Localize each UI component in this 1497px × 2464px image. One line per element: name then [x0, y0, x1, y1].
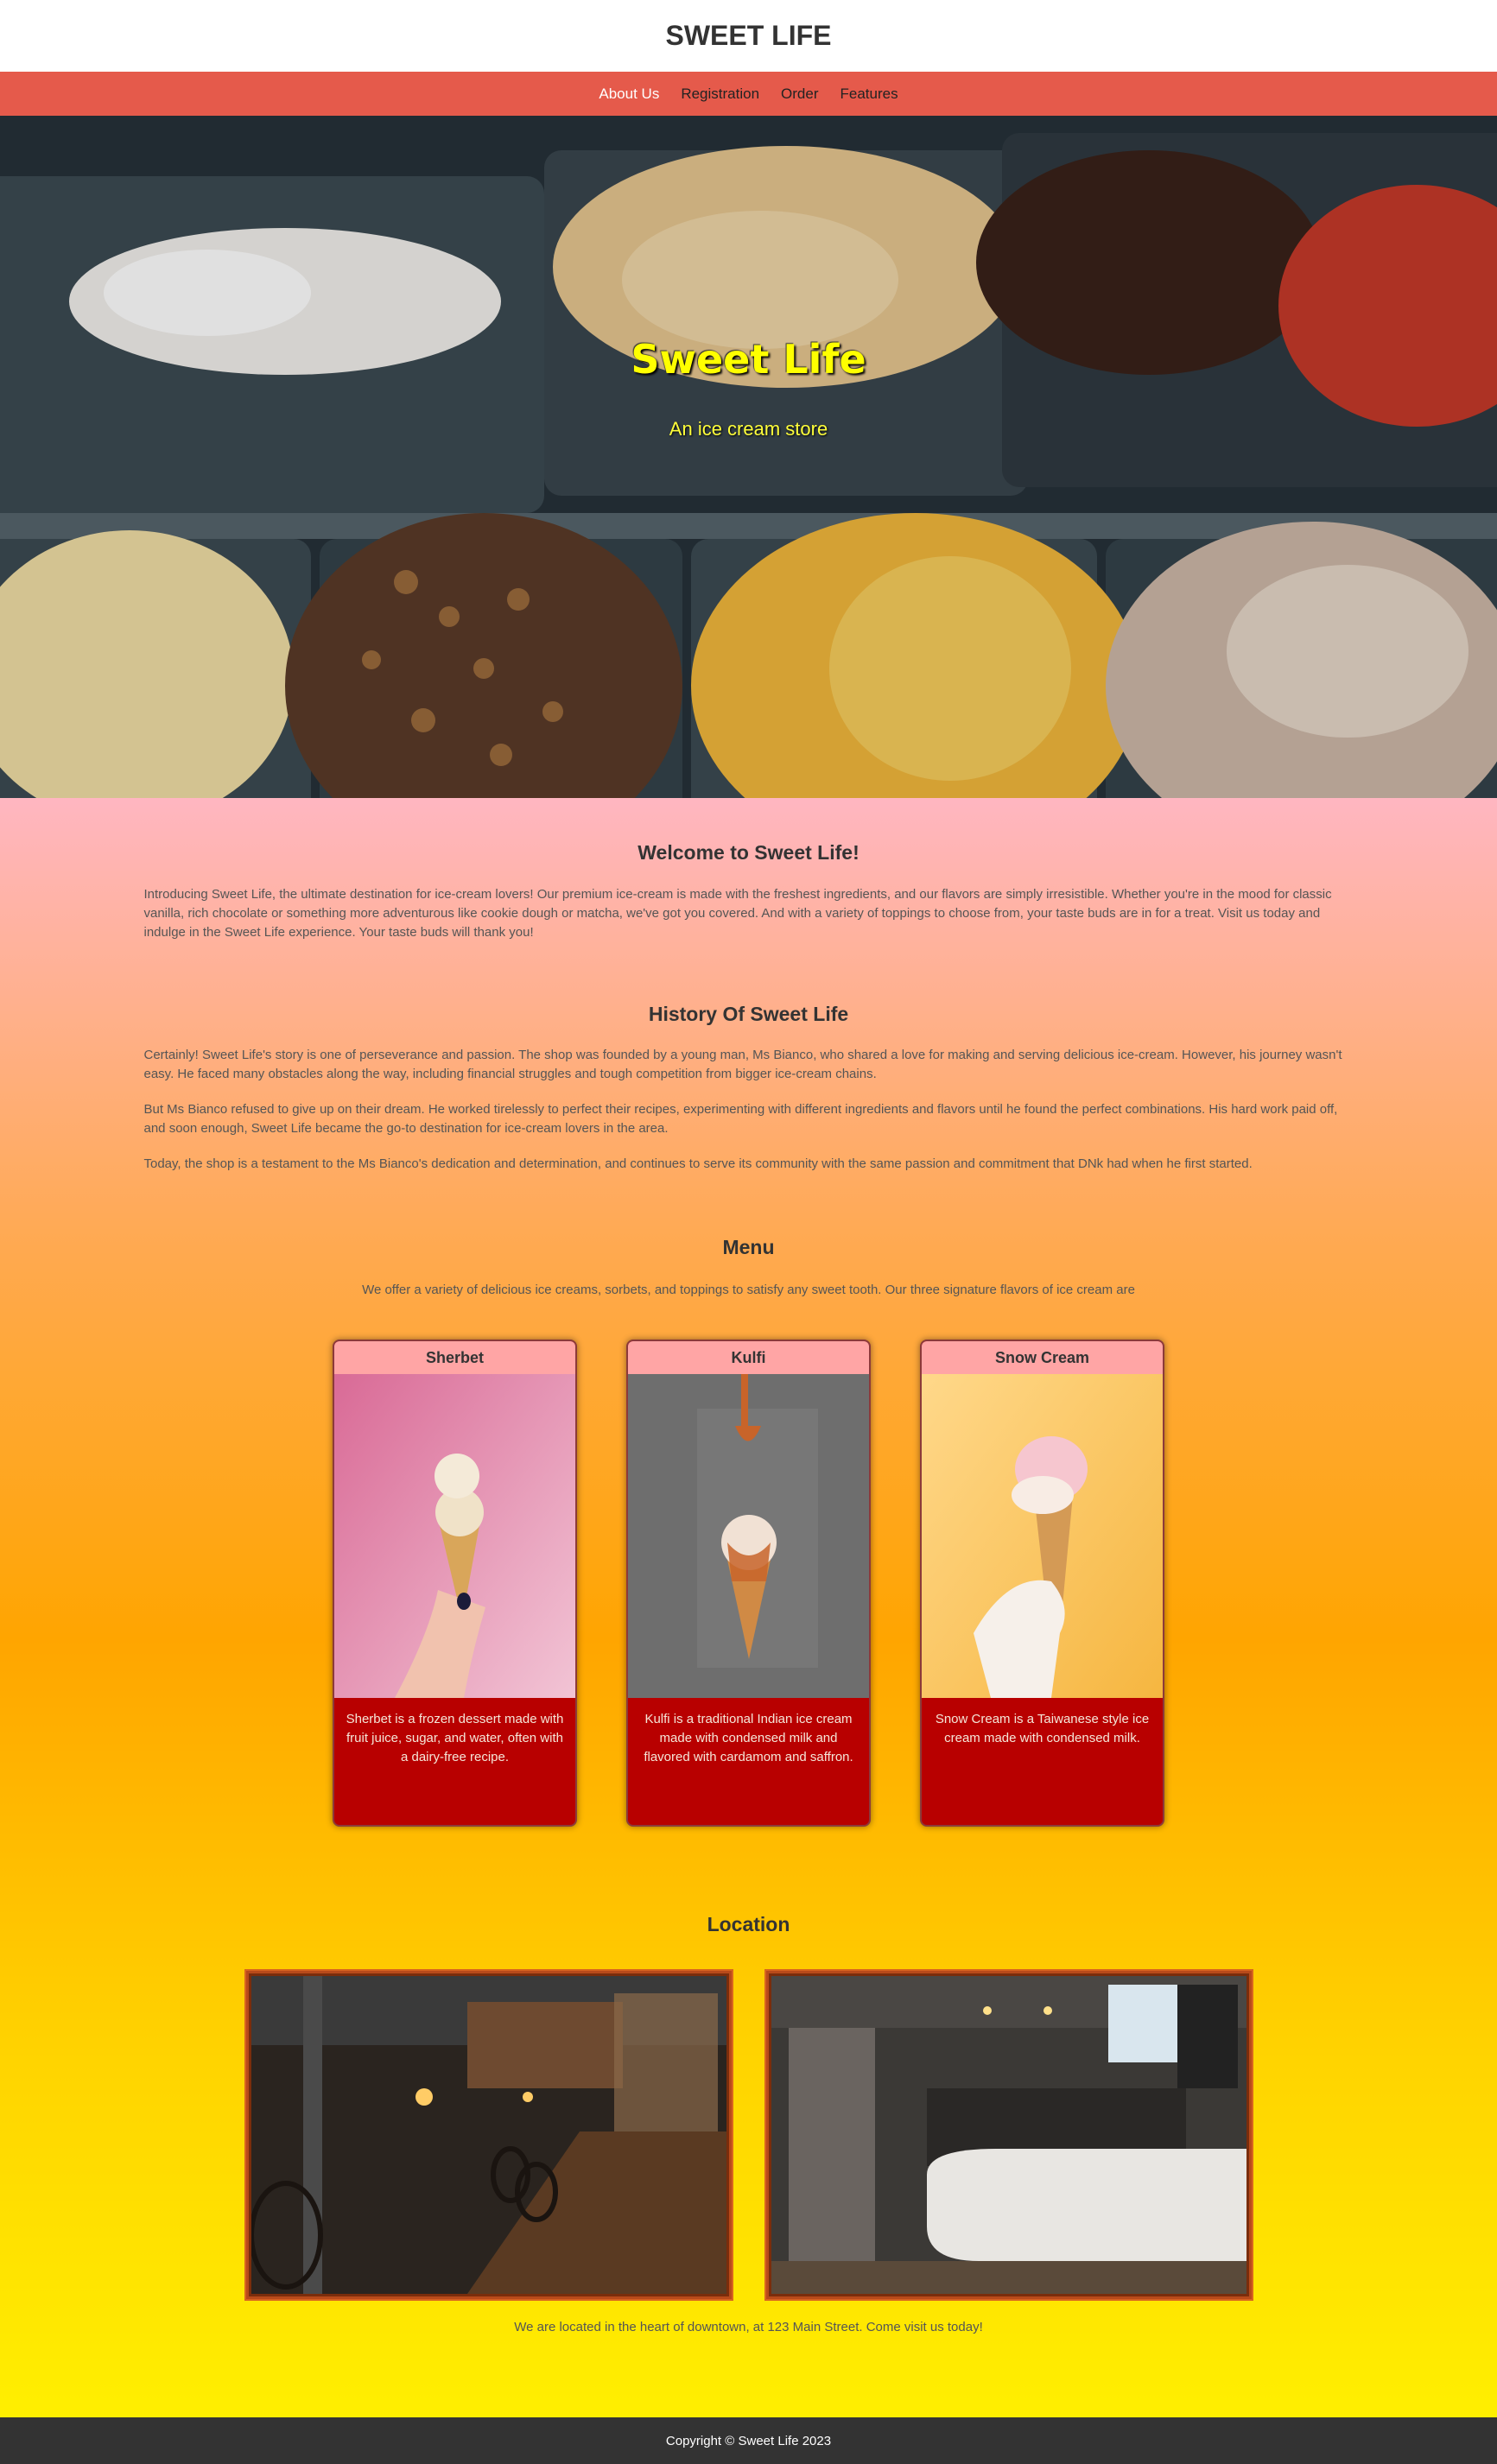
card-title: Snow Cream	[922, 1341, 1163, 1374]
history-paragraph: Certainly! Sweet Life's story is one of …	[143, 1048, 1342, 1081]
location-photos	[144, 1969, 1354, 2301]
restaurant-interior-photo	[244, 1969, 733, 2301]
card-description: Kulfi is a traditional Indian ice cream …	[644, 1712, 853, 1764]
site-title: SWEET LIFE	[665, 20, 832, 51]
card-title: Sherbet	[334, 1341, 575, 1374]
history-paragraph: But Ms Bianco refused to give up on thei…	[143, 1102, 1338, 1136]
cafe-counter-photo	[764, 1969, 1253, 2301]
welcome-text: Introducing Sweet Life, the ultimate des…	[143, 887, 1332, 940]
nav-registration[interactable]: Registration	[681, 86, 759, 103]
site-footer: Copyright © Sweet Life 2023	[0, 2417, 1497, 2464]
location-section: Location We are located in the heart of …	[144, 1827, 1354, 2337]
kulfi-cone-image	[628, 1374, 869, 1698]
main-nav: About Us Registration Order Features	[0, 72, 1497, 116]
welcome-section: Welcome to Sweet Life! Introducing Sweet…	[144, 798, 1354, 942]
menu-heading: Menu	[722, 1236, 775, 1258]
history-paragraph: Today, the shop is a testament to the Ms…	[143, 1156, 1253, 1171]
menu-card-sherbet[interactable]: Sherbet Sherbet is a frozen dessert made…	[333, 1340, 577, 1827]
menu-cards: Sherbet Sherbet is a frozen dessert made…	[144, 1340, 1354, 1827]
welcome-heading: Welcome to Sweet Life!	[637, 841, 860, 864]
card-description: Sherbet is a frozen dessert made with fr…	[346, 1712, 564, 1764]
card-description: Snow Cream is a Taiwanese style ice crea…	[935, 1712, 1150, 1745]
hero-banner: Sweet Life An ice cream store	[0, 116, 1497, 798]
location-heading: Location	[707, 1913, 790, 1935]
menu-card-snow-cream[interactable]: Snow Cream Snow Cream is a Taiwanese sty…	[920, 1340, 1164, 1827]
hero-subtitle: An ice cream store	[669, 418, 828, 440]
menu-section: Menu We offer a variety of delicious ice…	[144, 1190, 1354, 1827]
history-section: History Of Sweet Life Certainly! Sweet L…	[144, 942, 1354, 1174]
hero-title: Sweet Life	[631, 336, 866, 383]
menu-intro: We offer a variety of delicious ice crea…	[362, 1283, 1135, 1297]
history-heading: History Of Sweet Life	[648, 1003, 849, 1025]
nav-order[interactable]: Order	[781, 86, 818, 103]
snow-cream-cone-image	[922, 1374, 1163, 1698]
site-header: SWEET LIFE	[0, 0, 1497, 72]
sherbet-cone-image	[334, 1374, 575, 1698]
nav-features[interactable]: Features	[840, 86, 898, 103]
menu-card-kulfi[interactable]: Kulfi Kulfi is a traditional Indian ice …	[626, 1340, 871, 1827]
copyright-text: Copyright © Sweet Life 2023	[665, 2433, 832, 2448]
main-content: Welcome to Sweet Life! Introducing Sweet…	[0, 798, 1497, 2417]
card-title: Kulfi	[628, 1341, 869, 1374]
nav-about-us[interactable]: About Us	[599, 86, 659, 103]
location-caption: We are located in the heart of downtown,…	[514, 2320, 983, 2334]
ice-cream-display-photo	[0, 116, 1497, 798]
